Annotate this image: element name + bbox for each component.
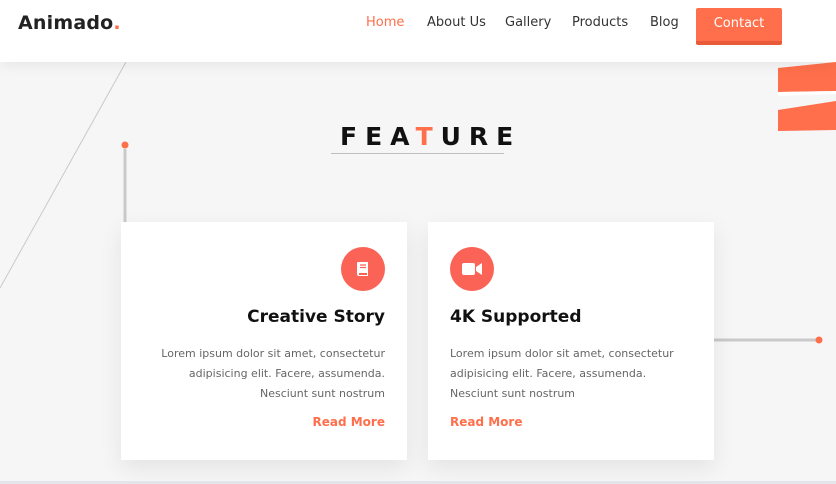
brand-logo[interactable]: Animado. [18, 12, 121, 34]
nav-item-blog[interactable]: Blog [650, 15, 679, 30]
book-icon [341, 247, 385, 291]
feature-card-4k-supported: 4K Supported Lorem ipsum dolor sit amet,… [428, 222, 714, 460]
title-highlight: T [415, 122, 441, 151]
nav-item-about-us[interactable]: About Us [427, 15, 486, 30]
card-text: Lorem ipsum dolor sit amet, consectetur … [161, 347, 385, 400]
title-prefix: FEA [340, 122, 416, 151]
card-title: 4K Supported [450, 307, 582, 327]
read-more-link[interactable]: Read More [450, 415, 523, 429]
contact-button[interactable]: Contact [696, 8, 782, 45]
brand-dot: . [113, 12, 121, 34]
brand-name: Animado [18, 12, 114, 34]
video-camera-icon [450, 247, 494, 291]
card-text: Lorem ipsum dolor sit amet, consectetur … [450, 347, 674, 400]
nav-item-home[interactable]: Home [366, 15, 404, 30]
nav-item-products[interactable]: Products [572, 15, 628, 30]
card-title: Creative Story [247, 307, 385, 327]
title-suffix: URE [440, 122, 522, 151]
title-underline [331, 153, 504, 154]
feature-card-creative-story: Creative Story Lorem ipsum dolor sit ame… [121, 222, 407, 460]
page: Animado. Home About Us Gallery Products … [0, 0, 836, 484]
site-header: Animado. Home About Us Gallery Products … [0, 0, 836, 62]
section-title: FEATURE [332, 122, 513, 151]
read-more-link[interactable]: Read More [313, 415, 386, 429]
nav-item-gallery[interactable]: Gallery [505, 15, 551, 30]
